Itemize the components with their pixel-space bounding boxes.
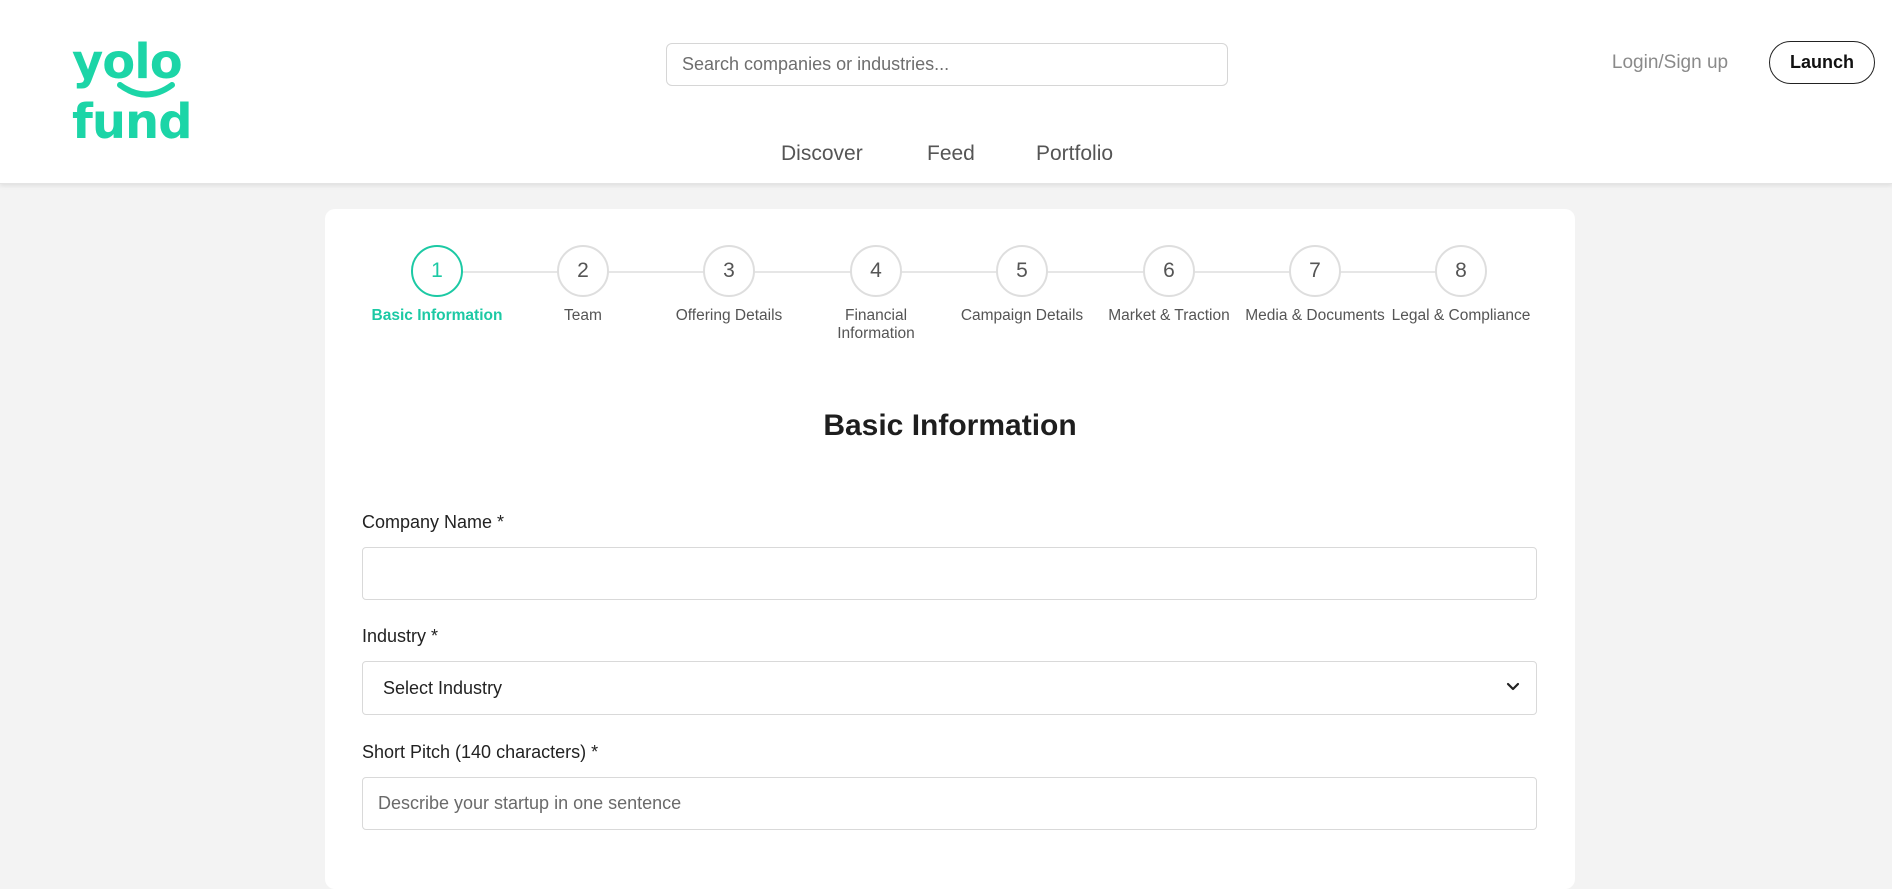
step-label: Legal & Compliance (1391, 307, 1531, 324)
logo-text: yolo fund (72, 34, 193, 150)
logo[interactable]: yolo fund (72, 32, 302, 150)
step-2[interactable]: 2 Team (513, 245, 653, 325)
step-number: 3 (703, 245, 755, 297)
nav-feed[interactable]: Feed (927, 140, 975, 170)
step-label: Market & Traction (1108, 307, 1230, 324)
launch-button[interactable]: Launch (1769, 41, 1875, 84)
login-signup-link[interactable]: Login/Sign up (1600, 50, 1740, 76)
nav-portfolio[interactable]: Portfolio (1036, 140, 1113, 170)
step-6[interactable]: 6 Market & Traction (1099, 245, 1239, 325)
step-number: 5 (996, 245, 1048, 297)
step-number: 1 (411, 245, 463, 297)
industry-label: Industry * (362, 626, 439, 646)
form-title: Basic Information (823, 409, 1077, 442)
step-number: 2 (557, 245, 609, 297)
step-1[interactable]: 1 Basic Information (367, 245, 507, 325)
step-label: Media & Documents (1245, 307, 1385, 324)
company-name-label: Company Name * (362, 512, 505, 532)
step-8[interactable]: 8 Legal & Compliance (1391, 245, 1531, 325)
step-5[interactable]: 5 Campaign Details (952, 245, 1092, 325)
step-label: Campaign Details (960, 307, 1084, 324)
step-label: Offering Details (675, 307, 783, 324)
step-number: 4 (850, 245, 902, 297)
site-header: yolo fund Login/Sign up Launch Discover … (0, 0, 1892, 184)
short-pitch-input[interactable] (362, 777, 1537, 830)
form-card: 1 Basic Information 2 Team 3 Offering De… (325, 209, 1575, 889)
industry-selected-value: Select Industry (383, 677, 503, 698)
company-name-input[interactable] (362, 547, 1537, 600)
chevron-down-icon (1506, 682, 1520, 691)
search-input[interactable] (666, 43, 1228, 86)
industry-select[interactable]: Select Industry (362, 661, 1537, 715)
step-number: 6 (1143, 245, 1195, 297)
nav-discover[interactable]: Discover (781, 140, 863, 170)
step-number: 8 (1435, 245, 1487, 297)
step-label: Team (564, 307, 602, 324)
step-4[interactable]: 4 Financial Information (806, 245, 946, 343)
step-3[interactable]: 3 Offering Details (659, 245, 799, 325)
short-pitch-label: Short Pitch (140 characters) * (362, 742, 599, 762)
step-label: Financial Information (837, 307, 915, 342)
step-7[interactable]: 7 Media & Documents (1245, 245, 1385, 325)
step-label: Basic Information (371, 307, 503, 324)
step-number: 7 (1289, 245, 1341, 297)
logo-smile-icon (117, 82, 175, 98)
